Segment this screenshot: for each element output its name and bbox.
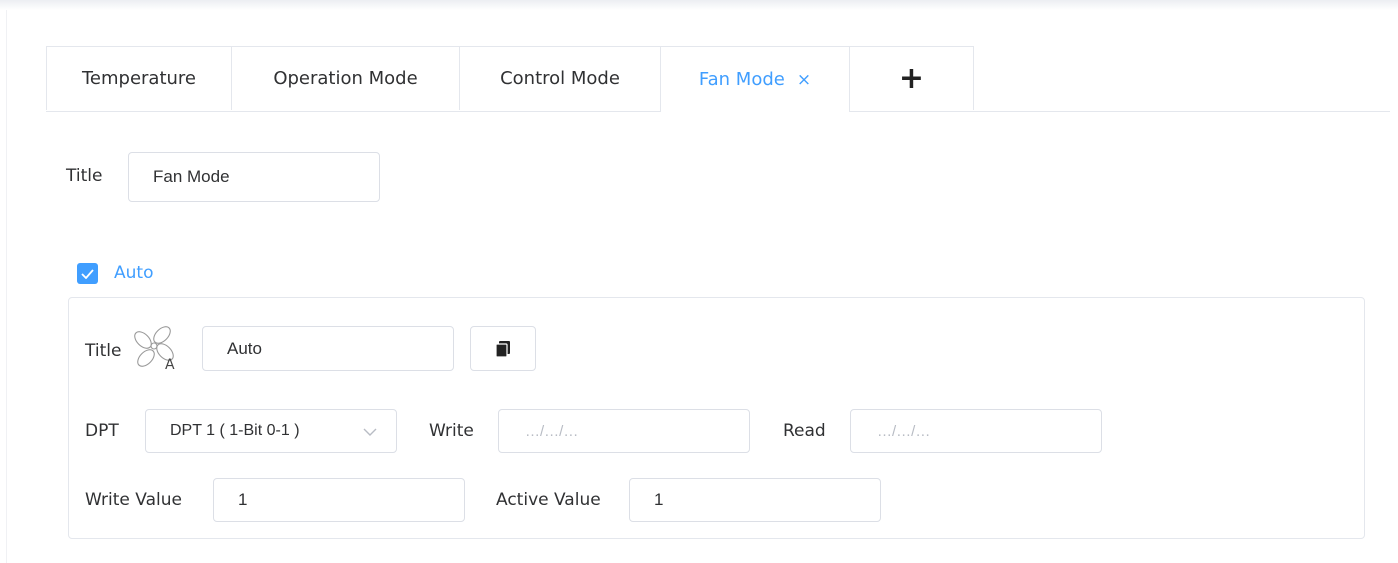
- tab-label: Operation Mode: [273, 68, 418, 89]
- tab-temperature[interactable]: Temperature: [46, 46, 232, 110]
- tab-operation-mode[interactable]: Operation Mode: [231, 46, 460, 110]
- top-shadow-bar: [0, 0, 1398, 10]
- tab-bar: Temperature Operation Mode Control Mode …: [46, 46, 1390, 112]
- active-value-text: 1: [654, 490, 664, 509]
- read-label: Read: [783, 421, 826, 441]
- write-value-text: 1: [238, 490, 248, 509]
- write-address-placeholder: …/…/…: [525, 422, 579, 440]
- dpt-select[interactable]: DPT 1 ( 1-Bit 0-1 ): [145, 409, 397, 453]
- mode-title-label: Title: [85, 341, 122, 361]
- write-value-label: Write Value: [85, 490, 182, 510]
- plus-icon: +: [898, 61, 925, 96]
- tab-label: Fan Mode: [698, 69, 785, 90]
- mode-title-input-value: Auto: [227, 338, 262, 358]
- tab-fan-mode[interactable]: Fan Mode ×: [660, 46, 850, 112]
- dpt-label: DPT: [85, 421, 119, 441]
- tab-label: Temperature: [81, 68, 197, 89]
- active-value-label: Active Value: [496, 490, 601, 510]
- mode-title-input[interactable]: Auto: [202, 326, 454, 371]
- active-value-input[interactable]: 1: [629, 478, 881, 522]
- copy-button[interactable]: [470, 326, 536, 371]
- write-label: Write: [429, 421, 474, 441]
- tab-control-mode[interactable]: Control Mode: [459, 46, 661, 110]
- write-value-input[interactable]: 1: [213, 478, 465, 522]
- add-tab-button[interactable]: +: [849, 46, 974, 110]
- auto-checkbox[interactable]: [77, 263, 98, 284]
- tab-close-icon[interactable]: ×: [797, 70, 811, 90]
- left-edge: [0, 10, 7, 563]
- read-address-input[interactable]: …/…/…: [850, 409, 1102, 453]
- dpt-select-value: DPT 1 ( 1-Bit 0-1 ): [170, 422, 300, 439]
- svg-text:A: A: [165, 357, 175, 371]
- copy-icon: [495, 340, 510, 358]
- title-input-value: Fan Mode: [153, 167, 230, 186]
- check-icon: [81, 268, 94, 279]
- fan-auto-icon: A: [130, 321, 180, 373]
- read-address-placeholder: …/…/…: [877, 422, 931, 440]
- tab-label: Control Mode: [500, 68, 620, 89]
- chevron-down-icon: [363, 428, 377, 436]
- title-label: Title: [66, 166, 103, 186]
- auto-checkbox-label[interactable]: Auto: [114, 263, 153, 283]
- write-address-input[interactable]: …/…/…: [498, 409, 750, 453]
- title-input[interactable]: Fan Mode: [128, 152, 380, 202]
